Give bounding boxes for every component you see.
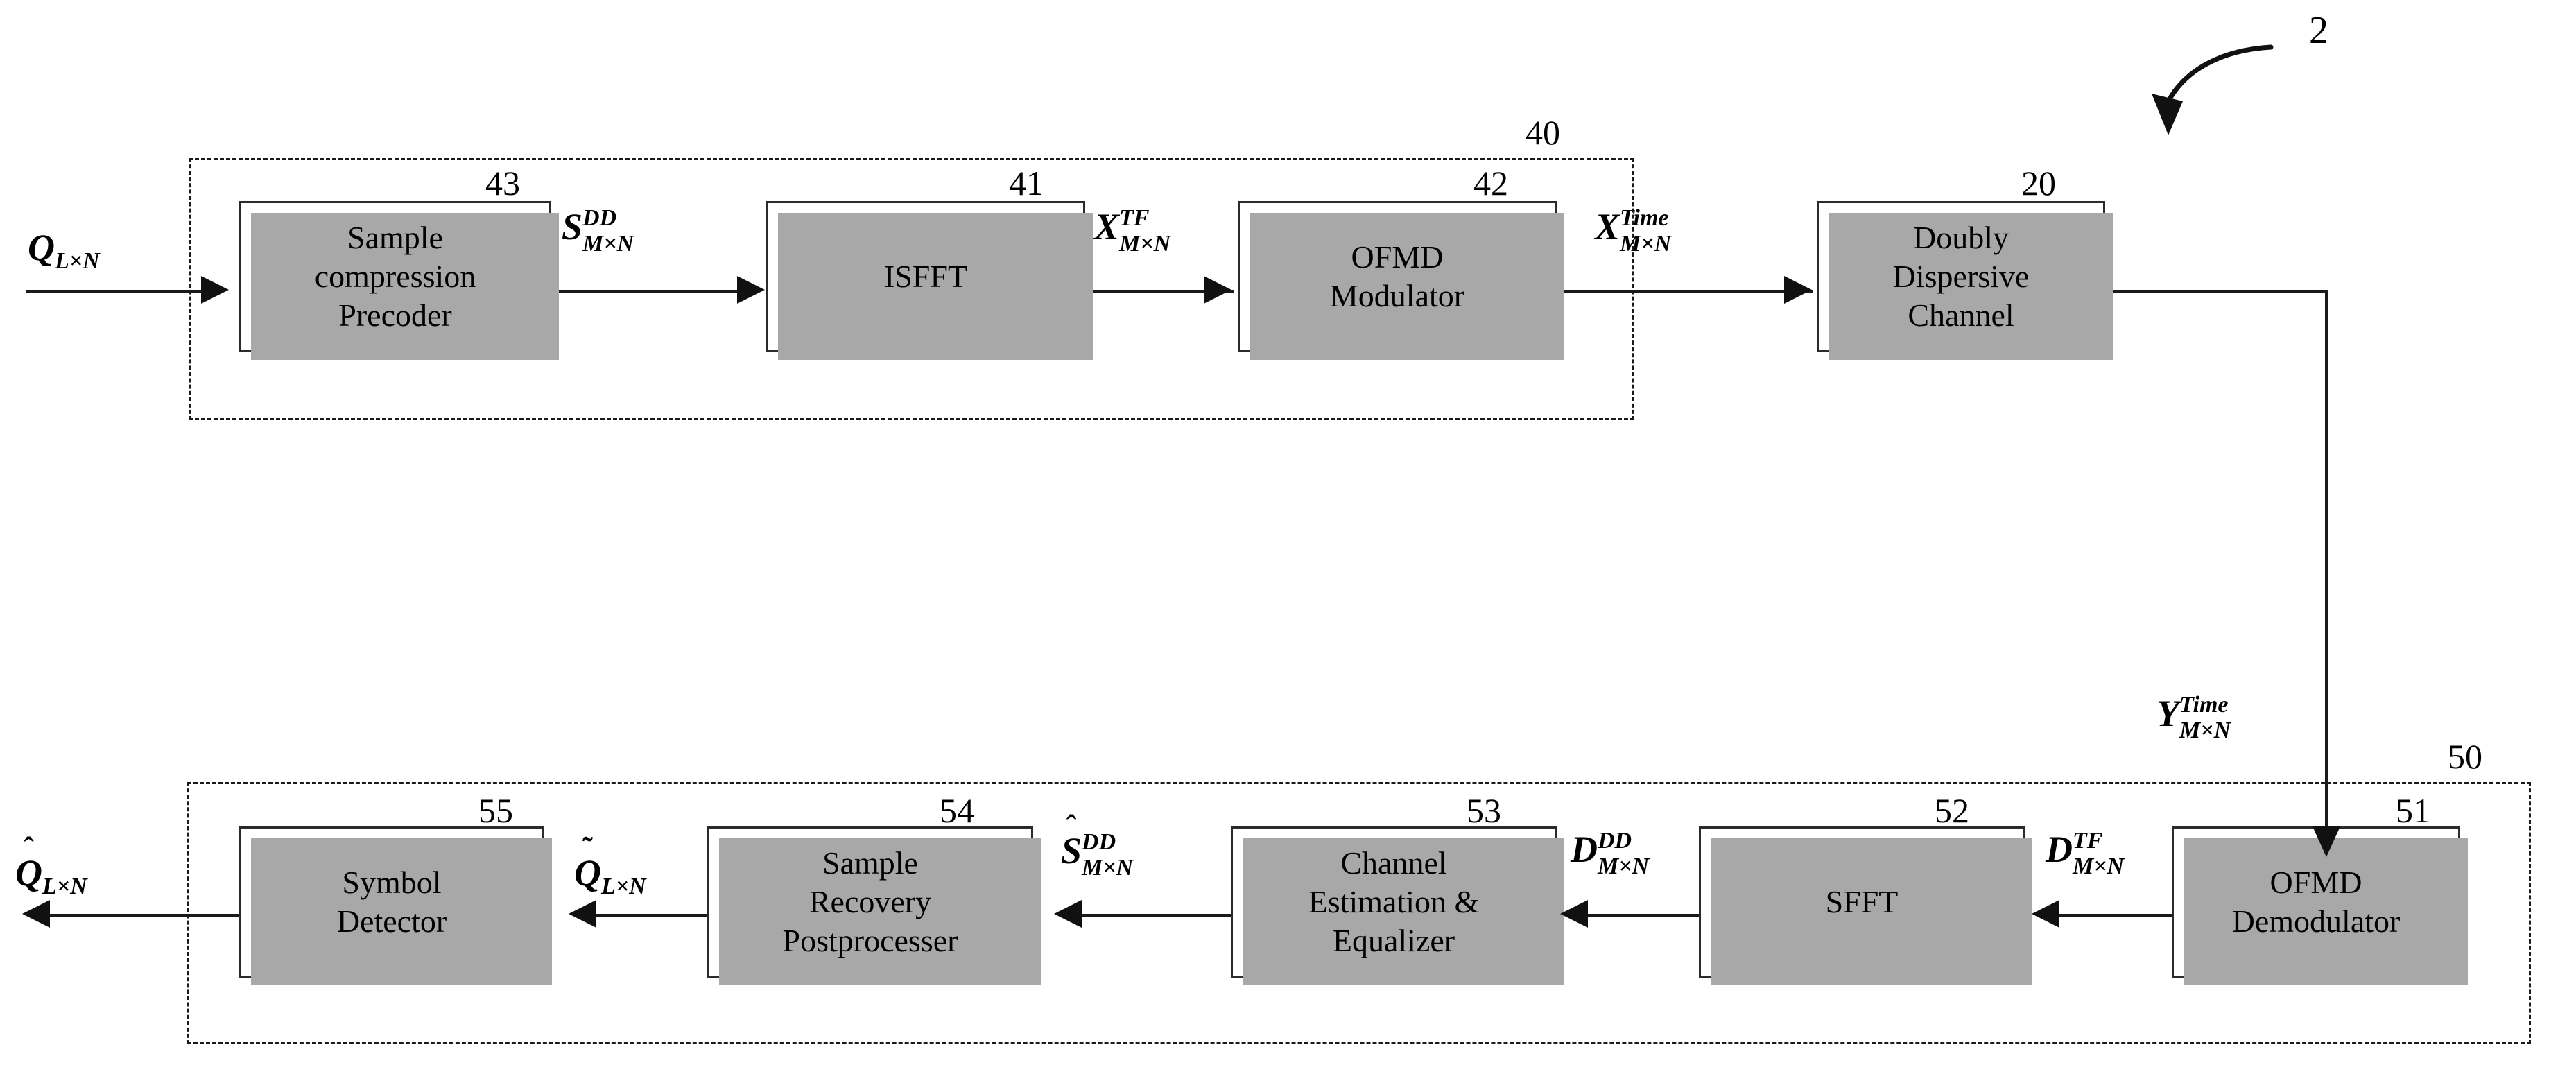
signal-base-d-tf: D [2046,829,2073,870]
wire-detector-to-output [49,914,243,917]
block-label-ofmd-demodulator: OFMD Demodulator [2231,864,2401,939]
wire-channel-to-right [2105,290,2328,293]
signal-base-d-dd: D [1571,829,1598,870]
hat-accent-icon-out: ˆ [24,831,34,865]
arrowhead-into-equalizer [1560,900,1588,928]
block-ofmd-modulator[interactable]: OFMD Modulator [1238,201,1564,360]
block-label-ofmd-modulator: OFMD Modulator [1329,239,1465,313]
signal-label-q-tilde-out: ˜ QL×N [574,833,646,899]
signal-sup-y-time: Time [2179,692,2229,718]
signal-base-s-hat-dd: ˆS [1061,811,1082,870]
block-label-symbol-detector: Symbol Detector [336,864,447,939]
arrowhead-into-precoder [201,276,229,304]
signal-sup-s-dd: DD [582,205,617,232]
signal-base-s-dd: S [562,206,583,248]
signal-label-s-hat-dd: ˆS DD M×N [1061,811,1134,883]
arrowhead-into-modulator [1204,276,1231,304]
tilde-accent-icon: ˜ [582,831,593,865]
wire-right-vertical-down [2325,290,2328,844]
callout-curved-arrow [2152,44,2274,135]
signal-label-x-time: X Time M×N [1595,205,1672,259]
signal-base-q-tilde: ˜ Q [574,833,601,892]
wire-equalizer-to-postprocesser [1082,914,1255,917]
arrowhead-into-channel [1784,276,1812,304]
hat-accent-icon: ˆ [1066,809,1077,843]
ref-num-52: 52 [1935,791,1969,830]
figure-canvas: 40 43 41 42 20 50 51 52 53 54 55 Sample … [0,0,2576,1083]
signal-sub-q-in: L×N [55,248,100,274]
block-label-channel-estimation-equalizer: Channel Estimation & Equalizer [1308,844,1480,959]
signal-sub-q-tilde: L×N [601,874,646,899]
block-label-doubly-dispersive-channel: Doubly Dispersive Channel [1892,219,2030,333]
callout-curve-path [2164,44,2274,107]
block-channel-estimation-equalizer[interactable]: Channel Estimation & Equalizer [1231,826,1564,985]
signal-sub-y-time: M×N [2179,718,2231,744]
block-symbol-detector[interactable]: Symbol Detector [239,826,552,985]
block-label-sample-compression-precoder: Sample compression Precoder [314,219,476,333]
ref-num-42: 42 [1473,164,1508,202]
block-isfft[interactable]: ISFFT [766,201,1093,360]
ref-num-55: 55 [478,791,513,830]
arrowhead-into-demodulator [2313,826,2340,857]
signal-sup-x-time: Time [1620,205,1669,232]
ref-num-41: 41 [1009,164,1044,202]
block-sample-recovery-postprocesser[interactable]: Sample Recovery Postprocesser [707,826,1041,985]
signal-sub-d-tf: M×N [2073,854,2125,880]
ref-num-54: 54 [940,791,974,830]
signal-label-d-dd: D DD M×N [1571,828,1650,881]
arrowhead-into-detector [569,900,596,928]
signal-base-y-time: Y [2156,693,2179,734]
signal-sub-x-tf: M×N [1119,231,1171,257]
signal-sup-d-dd: DD [1598,828,1632,854]
signal-base-q-in: Q [28,227,55,268]
signal-label-q-in: QL×N [28,227,100,273]
signal-sub-x-time: M×N [1620,231,1672,257]
ref-num-20: 20 [2021,164,2056,202]
block-label-isfft: ISFFT [883,258,968,294]
block-sample-compression-precoder[interactable]: Sample compression Precoder [239,201,559,360]
callout-arrowhead-icon [2152,94,2183,135]
arrowhead-output-qhat [22,900,50,928]
block-sfft[interactable]: SFFT [1699,826,2032,985]
signal-sub-s-dd: M×N [582,231,634,257]
signal-base-q-hat: ˆQ [15,833,42,892]
signal-base-x-time: X [1595,206,1620,248]
arrowhead-into-sfft [2032,900,2059,928]
block-label-sample-recovery-postprocesser: Sample Recovery Postprocesser [782,844,958,959]
signal-base-x-tf: X [1094,206,1120,248]
signal-label-x-tf: X TF M×N [1094,205,1171,259]
ref-num-53: 53 [1467,791,1501,830]
signal-label-d-tf: D TF M×N [2046,828,2125,881]
signal-sub-q-hat: L×N [42,874,87,899]
arrowhead-into-isfft [737,276,765,304]
wire-modulator-to-channel [1557,290,1813,293]
wire-precoder-to-isfft [551,290,752,293]
signal-label-q-hat-out: ˆ QL×N [15,833,87,899]
signal-sup-d-tf: TF [2073,828,2103,854]
ref-num-51: 51 [2396,791,2430,830]
signal-sub-d-dd: M×N [1598,854,1650,880]
wire-input-to-precoder [26,290,203,293]
signal-sub-s-hat-dd: M×N [1082,855,1134,881]
ref-num-40: 40 [1525,113,1560,152]
block-label-sfft: SFFT [1825,883,1899,919]
ref-num-43: 43 [485,164,520,202]
ref-num-50: 50 [2448,737,2482,776]
signal-sup-x-tf: TF [1119,205,1150,232]
signal-label-s-dd: S DD M×N [562,205,634,259]
signal-sup-s-hat-dd: DD [1082,829,1116,856]
block-doubly-dispersive-channel[interactable]: Doubly Dispersive Channel [1817,201,2113,360]
signal-label-y-time: Y Time M×N [2156,692,2231,745]
arrowhead-into-postprocesser [1054,900,1082,928]
callout-ref-num-2: 2 [2309,9,2328,52]
